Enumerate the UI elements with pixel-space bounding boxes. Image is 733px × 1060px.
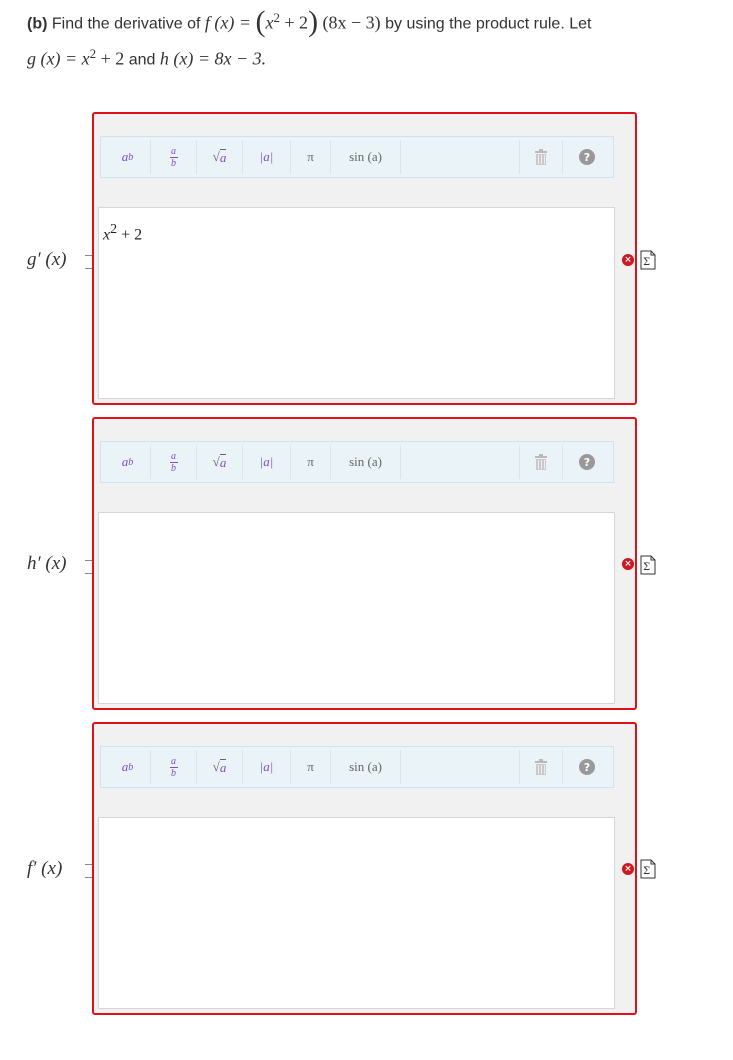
math-toolbar: ab ab √ a |a| π sin (a) ? [100,441,614,483]
trash-icon[interactable] [519,445,563,479]
help-icon[interactable]: ? [563,140,611,174]
equation-editor-icon[interactable]: Σ [640,859,656,879]
paren-open: ( [255,5,266,39]
f-prime-label: f′ (x) [27,858,63,879]
equation-editor-icon[interactable]: Σ [640,250,656,270]
abs-button[interactable]: |a| [243,140,291,174]
fraction-button[interactable]: ab [151,750,197,784]
equals-sign [85,560,92,574]
power-button[interactable]: ab [105,750,151,784]
svg-text:Σ: Σ [643,562,650,573]
equals-sign [85,255,92,269]
question-text-b: by using the product rule. Let [385,15,592,33]
abs-button[interactable]: |a| [243,445,291,479]
fraction-button[interactable]: ab [151,140,197,174]
sqrt-button[interactable]: √ a [197,445,243,479]
svg-text:Σ: Σ [643,257,650,268]
f-expr-tail: (8x − 3) [322,12,381,33]
incorrect-icon: × [622,558,634,570]
g-tail: + 2 [100,48,125,69]
f-definition: f (x) = [204,12,251,33]
incorrect-icon: × [622,254,634,266]
g-prime-label: g′ (x) [27,249,67,270]
power-button[interactable]: ab [105,140,151,174]
sqrt-button[interactable]: √ a [197,750,243,784]
fraction-button[interactable]: ab [151,445,197,479]
equation-editor-icon[interactable]: Σ [640,555,656,575]
sin-button[interactable]: sin (a) [331,445,401,479]
h-prime-label: h′ (x) [27,553,67,574]
math-input-f-prime[interactable] [98,817,615,1009]
pi-button[interactable]: π [291,445,331,479]
math-toolbar: ab ab √ a |a| π sin (a) ? [100,136,614,178]
sqrt-button[interactable]: √ a [197,140,243,174]
answer-box-f-prime: ab ab √ a |a| π sin (a) ? [92,722,637,1015]
power-button[interactable]: ab [105,445,151,479]
question-line-1: (b) Find the derivative of f (x) = (x2 +… [27,7,592,37]
sin-button[interactable]: sin (a) [331,140,401,174]
question-text-a: Find the derivative of [51,15,201,33]
answer-box-g-prime: ab ab √ a |a| π sin (a) ? x2 + 2 [92,112,637,405]
equals-sign [85,864,92,878]
paren-close: ) [308,5,319,39]
g-definition: g (x) = x [27,48,90,69]
answer-box-h-prime: ab ab √ a |a| π sin (a) ? [92,417,637,710]
pi-button[interactable]: π [291,140,331,174]
help-icon[interactable]: ? [563,750,611,784]
f-expr-inner-tail: + 2 [284,12,309,33]
svg-text:Σ: Σ [643,866,650,877]
trash-icon[interactable] [519,750,563,784]
f-expr-exp: 2 [273,10,280,25]
input-content: x2 + 2 [103,222,143,244]
help-icon[interactable]: ? [563,445,611,479]
question-text-and: and [128,51,156,69]
incorrect-icon: × [622,863,634,875]
trash-icon[interactable] [519,140,563,174]
g-exp: 2 [89,46,97,61]
math-input-h-prime[interactable] [98,512,615,704]
sin-button[interactable]: sin (a) [331,750,401,784]
h-definition: h (x) = 8x − 3. [159,48,267,69]
pi-button[interactable]: π [291,750,331,784]
abs-button[interactable]: |a| [243,750,291,784]
part-label: (b) [27,15,48,33]
question-line-2: g (x) = x2 + 2 and h (x) = 8x − 3. [27,46,266,69]
math-input-g-prime[interactable]: x2 + 2 [98,207,615,399]
math-toolbar: ab ab √ a |a| π sin (a) ? [100,746,614,788]
